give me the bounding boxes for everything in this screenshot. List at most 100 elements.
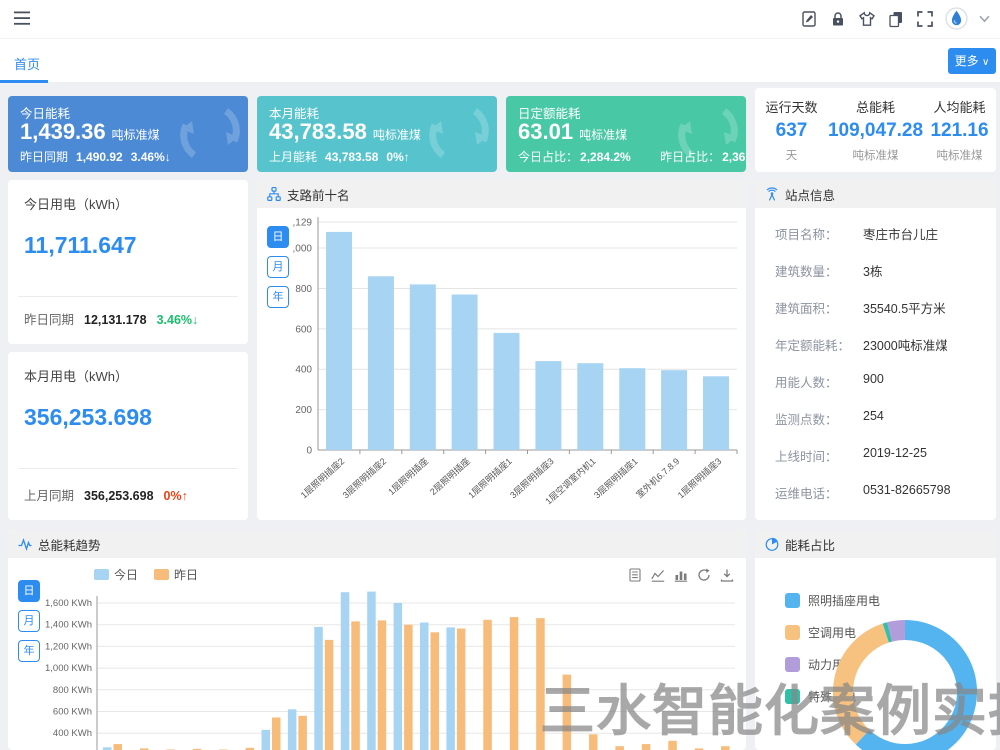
svg-text:1,129: 1,129 xyxy=(293,218,312,229)
svg-text:1,000 KWh: 1,000 KWh xyxy=(45,663,92,674)
usage-value: 356,253.698 xyxy=(24,404,152,431)
site-info-rows: 项目名称：枣庄市台儿庄 建筑数量：3栋 建筑面积：35540.5平方米 年定额能… xyxy=(755,208,996,520)
brand-logo-icon[interactable] xyxy=(945,7,968,30)
download-icon[interactable] xyxy=(720,568,734,582)
svg-text:200: 200 xyxy=(295,405,312,416)
svg-text:400: 400 xyxy=(295,365,312,376)
panel-title: 总能耗趋势 xyxy=(38,535,101,554)
panel-title: 支路前十名 xyxy=(287,185,350,204)
photo-watermark: 三水智能化案例实拍 xyxy=(540,666,1000,746)
branch-top10-panel: 支路前十名 日 月 年 02004006008001,0001,1291层照明插… xyxy=(257,180,746,520)
kpi-unit: 吨标准煤 xyxy=(373,128,421,142)
svg-text:600 KWh: 600 KWh xyxy=(53,707,92,718)
svg-text:1层照明插座1: 1层照明插座1 xyxy=(466,455,514,500)
tabbar: 首页 更多 ∨ xyxy=(0,38,1000,82)
kpi-unit: 吨标准煤 xyxy=(112,128,160,142)
usage-card-month: 本月用电（kWh） 356,253.698 上月同期356,253.6980%↑ xyxy=(8,352,248,520)
period-year-button[interactable]: 年 xyxy=(267,286,289,308)
divider xyxy=(18,296,238,297)
site-info-panel: 站点信息 项目名称：枣庄市台儿庄 建筑数量：3栋 建筑面积：35540.5平方米… xyxy=(755,180,996,520)
stat-run-days: 运行天数 637 天 xyxy=(755,88,828,172)
usage-title: 今日用电（kWh） xyxy=(24,194,128,213)
svg-text:室外机6.7.8.9: 室外机6.7.8.9 xyxy=(634,455,682,500)
panel-header: 能耗占比 xyxy=(755,530,996,558)
legend-swatch xyxy=(94,569,109,580)
svg-text:3层照明插座1: 3层照明插座1 xyxy=(591,455,639,500)
stat-per-capita-energy: 人均能耗 121.16 吨标准煤 xyxy=(923,88,996,172)
bar-chart-switch-icon[interactable] xyxy=(674,568,688,582)
usage-subrow: 上月同期356,253.6980%↑ xyxy=(24,485,188,504)
theme-shirt-icon[interactable] xyxy=(858,10,876,28)
panel-header: 总能耗趋势 xyxy=(8,530,746,558)
kpi-card-today-energy: 今日能耗 1,439.36吨标准煤 昨日同期1,490.923.46%↓ xyxy=(8,96,248,172)
svg-text:2层照明插座: 2层照明插座 xyxy=(427,455,472,497)
data-view-icon[interactable] xyxy=(628,568,642,582)
sitemap-icon xyxy=(267,187,281,201)
period-year-button[interactable]: 年 xyxy=(18,640,40,662)
trend-legend: 今日 昨日 xyxy=(94,566,198,583)
period-month-button[interactable]: 月 xyxy=(18,610,40,632)
site-row-project-name: 项目名称：枣庄市台儿庄 xyxy=(775,224,996,261)
legend-item-yesterday[interactable]: 昨日 xyxy=(154,566,198,583)
site-row-monitor-points: 监测点数：254 xyxy=(775,409,996,446)
menu-icon[interactable] xyxy=(14,11,32,26)
kpi-card-month-energy: 本月能耗 43,783.58吨标准煤 上月能耗43,783.580%↑ xyxy=(257,96,497,172)
svg-text:400 KWh: 400 KWh xyxy=(53,728,92,739)
chevron-down-icon[interactable] xyxy=(979,15,990,23)
kpi-value: 1,439.36 xyxy=(20,119,106,144)
refresh-icon[interactable] xyxy=(697,568,711,582)
refresh-watermark-icon xyxy=(178,101,242,165)
period-month-button[interactable]: 月 xyxy=(267,256,289,278)
pulse-icon xyxy=(18,537,32,551)
site-row-online-date: 上线时间：2019-12-25 xyxy=(775,446,996,483)
svg-text:3层照明插座2: 3层照明插座2 xyxy=(340,455,388,500)
divider xyxy=(18,468,238,469)
legend-swatch xyxy=(154,569,169,580)
period-day-button[interactable]: 日 xyxy=(18,580,40,602)
usage-card-today: 今日用电（kWh） 11,711.647 昨日同期12,131.1783.46%… xyxy=(8,180,248,344)
panel-title: 能耗占比 xyxy=(785,535,835,554)
pie-chart-icon xyxy=(765,537,779,551)
kpi-subrow: 上月能耗43,783.580%↑ xyxy=(269,148,410,165)
kpi-subrow: 昨日同期1,490.923.46%↓ xyxy=(20,148,171,165)
kpi-value: 43,783.58 xyxy=(269,119,367,144)
site-row-annual-quota: 年定额能耗：23000吨标准煤 xyxy=(775,335,996,372)
site-row-building-count: 建筑数量：3栋 xyxy=(775,261,996,298)
svg-text:1层照明插座3: 1层照明插座3 xyxy=(675,455,723,500)
topbar xyxy=(0,0,1000,38)
refresh-watermark-icon xyxy=(427,101,491,165)
svg-text:1,200 KWh: 1,200 KWh xyxy=(45,641,92,652)
kpi-value: 63.01 xyxy=(518,119,573,144)
usage-value: 11,711.647 xyxy=(24,232,137,259)
note-edit-icon[interactable] xyxy=(800,10,818,28)
svg-text:1,000: 1,000 xyxy=(293,244,312,255)
antenna-icon xyxy=(765,187,779,201)
more-button[interactable]: 更多 ∨ xyxy=(948,48,996,74)
kpi-unit: 吨标准煤 xyxy=(579,128,627,142)
svg-text:1层照明插座2: 1层照明插座2 xyxy=(298,455,346,500)
tab-home-underline xyxy=(0,80,48,83)
lock-icon[interactable] xyxy=(829,10,847,28)
site-row-service-phone: 运维电话：0531-82665798 xyxy=(775,483,996,520)
legend-swatch xyxy=(785,625,800,640)
summary-stats-panel: 运行天数 637 天 总能耗 109,047.28 吨标准煤 人均能耗 121.… xyxy=(755,88,996,172)
period-day-button[interactable]: 日 xyxy=(267,226,289,248)
svg-text:1,600 KWh: 1,600 KWh xyxy=(45,598,92,609)
line-chart-switch-icon[interactable] xyxy=(651,568,665,582)
fullscreen-icon[interactable] xyxy=(916,10,934,28)
kpi-card-daily-quota-energy: 日定额能耗 63.01吨标准煤 今日占比：2,284.2% 昨日占比：2,366… xyxy=(506,96,746,172)
site-row-building-area: 建筑面积：35540.5平方米 xyxy=(775,298,996,335)
legend-item-today[interactable]: 今日 xyxy=(94,566,138,583)
usage-subrow: 昨日同期12,131.1783.46%↓ xyxy=(24,309,198,328)
site-row-people-count: 用能人数：900 xyxy=(775,372,996,409)
svg-text:1,400 KWh: 1,400 KWh xyxy=(45,620,92,631)
stat-total-energy: 总能耗 109,047.28 吨标准煤 xyxy=(828,88,923,172)
copy-icon[interactable] xyxy=(887,10,905,28)
svg-text:800 KWh: 800 KWh xyxy=(53,685,92,696)
tab-home[interactable]: 首页 xyxy=(14,54,40,73)
usage-title: 本月用电（kWh） xyxy=(24,366,128,385)
legend-swatch xyxy=(785,593,800,608)
chart-toolbar xyxy=(628,568,734,582)
branch-top10-chart: 02004006008001,0001,1291层照明插座23层照明插座21层照… xyxy=(293,210,741,515)
svg-text:0: 0 xyxy=(306,446,312,457)
